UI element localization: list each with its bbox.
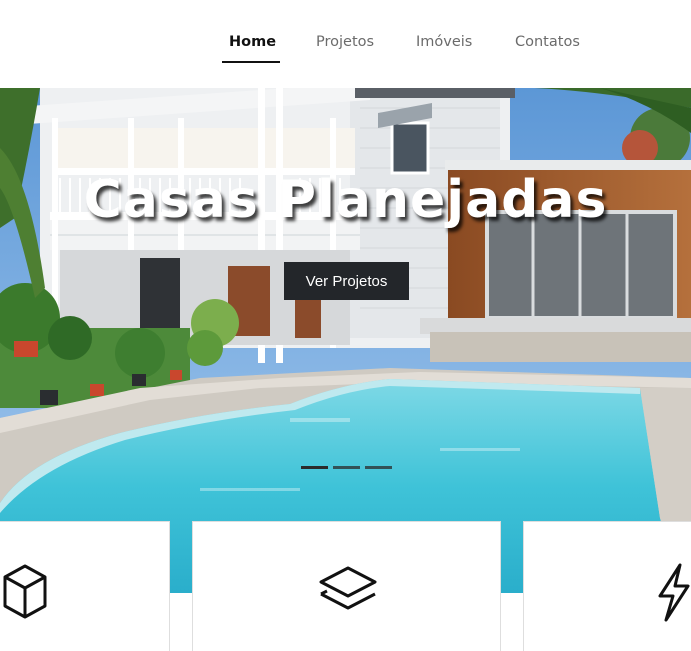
feature-card-2: [192, 521, 501, 651]
slide-indicator-3[interactable]: [365, 466, 392, 469]
hero-slider: Casas Planejadas Ver Projetos: [0, 88, 691, 593]
cube-icon: [3, 564, 47, 619]
slider-indicators: [301, 466, 392, 469]
nav-imoveis-link[interactable]: Imóveis: [416, 34, 472, 50]
nav-projetos-link[interactable]: Projetos: [316, 34, 374, 50]
layers-icon: [319, 566, 377, 610]
slide-indicator-2[interactable]: [333, 466, 360, 469]
feature-card-1: [0, 521, 170, 651]
slide-indicator-1[interactable]: [301, 466, 328, 469]
hero-background-image: [0, 88, 691, 593]
top-navigation: Home Projetos Imóveis Contatos: [0, 0, 691, 88]
nav-active-underline: [222, 61, 280, 63]
ver-projetos-button[interactable]: Ver Projetos: [284, 262, 409, 300]
hero-title: Casas Planejadas: [83, 170, 608, 230]
nav-contatos-link[interactable]: Contatos: [515, 34, 580, 50]
lightning-icon: [658, 563, 690, 622]
feature-card-3: [523, 521, 691, 651]
nav-home-link[interactable]: Home: [229, 34, 276, 50]
